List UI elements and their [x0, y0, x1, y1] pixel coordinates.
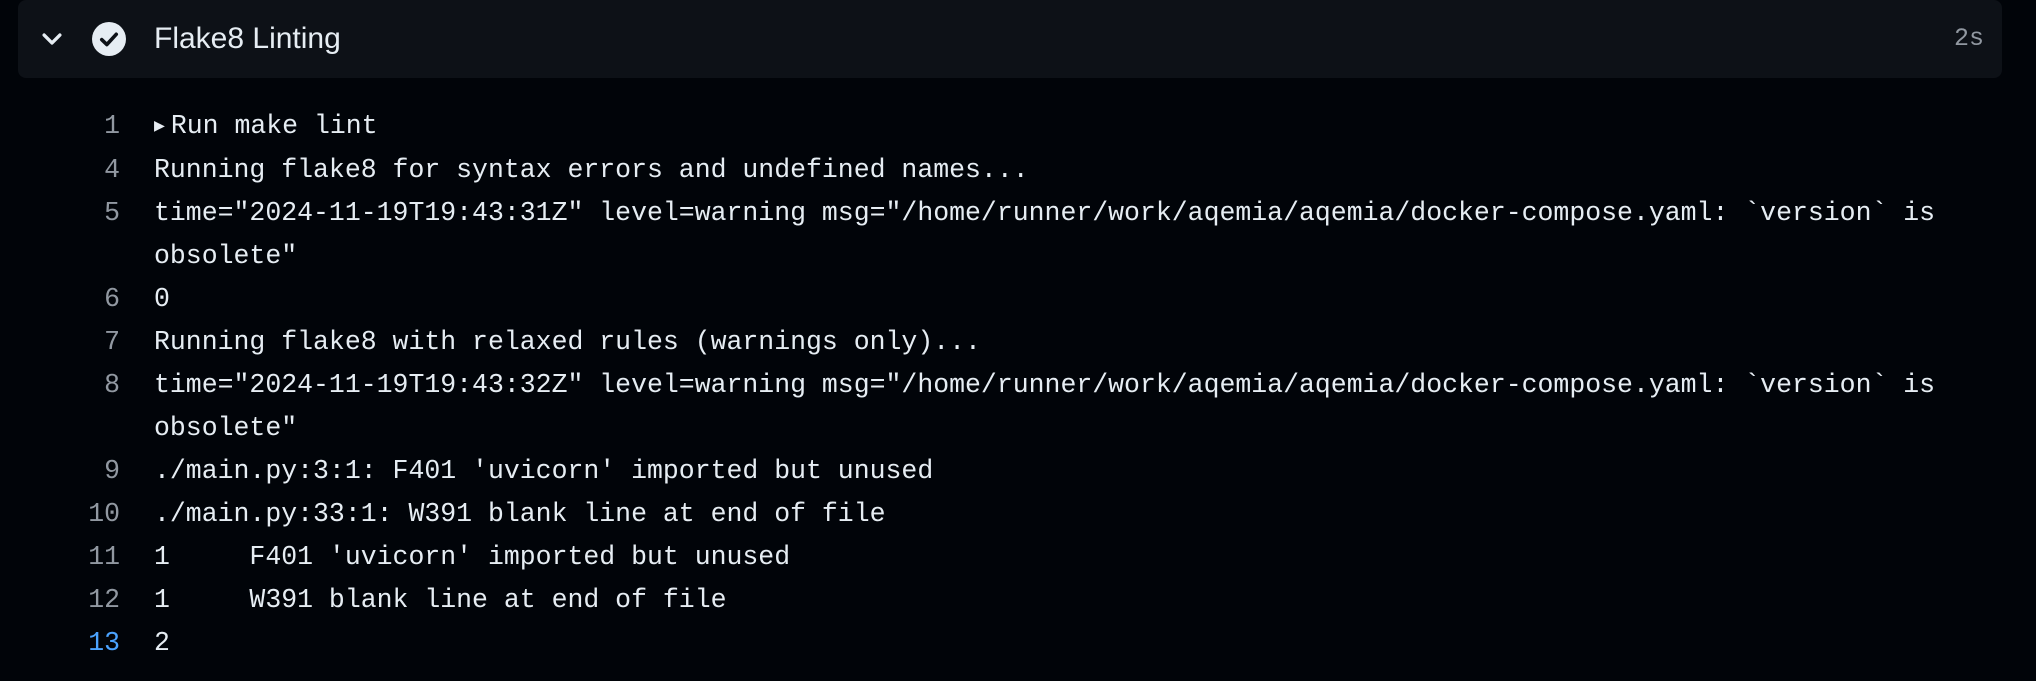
log-line-text: 0: [154, 284, 170, 314]
step-duration: 2s: [1953, 24, 1984, 53]
line-number[interactable]: 1: [0, 105, 120, 148]
log-line: 4 Running flake8 for syntax errors and un…: [0, 149, 2036, 192]
line-number[interactable]: 13: [0, 622, 120, 665]
job-step-panel: Flake8 Linting 2s 1 ▶ Run make lint 4 Runn…: [0, 0, 2036, 681]
log-line: 8 time="2024-11-19T19:43:32Z" level=warni…: [0, 364, 2036, 450]
log-line: 60: [0, 278, 2036, 321]
log-line-text: 2: [154, 628, 170, 658]
line-number[interactable]: 11: [0, 536, 120, 579]
line-number[interactable]: 4: [0, 149, 120, 192]
log-group-label: Run make lint: [170, 111, 378, 141]
line-number[interactable]: 9: [0, 450, 120, 493]
chevron-down-icon[interactable]: [38, 25, 66, 53]
step-header[interactable]: Flake8 Linting 2s: [18, 0, 2002, 78]
line-number[interactable]: 12: [0, 579, 120, 622]
log-line: 9 ./main.py:3:1: F401 'uvicorn' imported …: [0, 450, 2036, 493]
log-line-text: time="2024-11-19T19:43:32Z" level=warnin…: [154, 370, 1951, 443]
check-circle-icon: [92, 22, 126, 56]
log-line-text: 1 F401 'uvicorn' imported but unused: [154, 542, 791, 572]
step-title: Flake8 Linting: [154, 22, 341, 55]
log-line: 11 1 F401 'uvicorn' imported but unused: [0, 536, 2036, 579]
expand-triangle-icon[interactable]: ▶: [154, 106, 165, 149]
log-line: 13 2: [0, 622, 2036, 665]
line-number[interactable]: 8: [0, 364, 120, 407]
log-line-text: ./main.py:33:1: W391 blank line at end o…: [154, 499, 886, 529]
log-group-run-make-lint[interactable]: 1 ▶ Run make lint: [0, 105, 2036, 149]
log-line-text: ./main.py:3:1: F401 'uvicorn' imported b…: [154, 456, 934, 486]
log-output: 1 ▶ Run make lint 4 Running flake8 for syn…: [0, 105, 2036, 665]
log-line: 5 time="2024-11-19T19:43:31Z" level=warni…: [0, 192, 2036, 278]
line-number[interactable]: 5: [0, 192, 120, 235]
log-line: 12 1 W391 blank line at end of file: [0, 579, 2036, 622]
log-line: 10 ./main.py:33:1: W391 blank line at end…: [0, 493, 2036, 536]
line-number[interactable]: 6: [0, 278, 120, 321]
log-line: 7 Running flake8 with relaxed rules (warn…: [0, 321, 2036, 364]
line-number[interactable]: 10: [0, 493, 120, 536]
log-line-text: Running flake8 with relaxed rules (warni…: [154, 327, 981, 357]
line-number[interactable]: 7: [0, 321, 120, 364]
log-line-text: time="2024-11-19T19:43:31Z" level=warnin…: [154, 198, 1951, 271]
log-line-text: 1 W391 blank line at end of file: [154, 585, 727, 615]
log-line-text: Running flake8 for syntax errors and und…: [154, 155, 1029, 185]
